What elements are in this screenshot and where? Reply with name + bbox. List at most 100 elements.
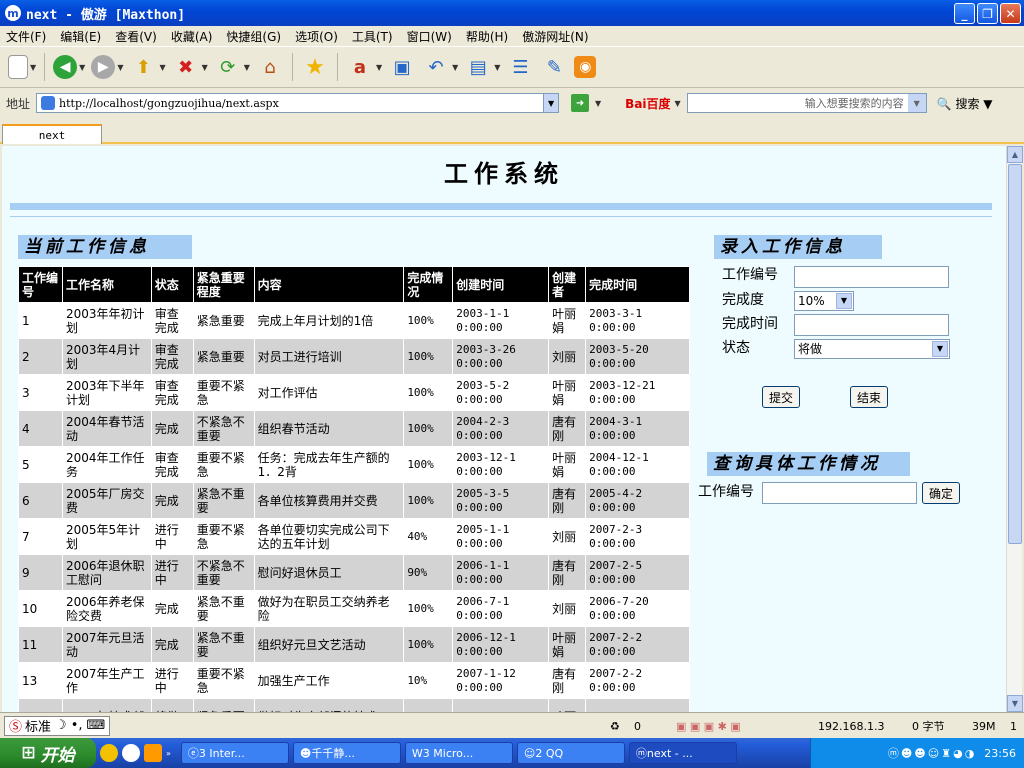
page-viewport: 工作系统 当前工作信息 工作编号 工作名称 状态 紧急重要程度 内容 完成情况 … (2, 146, 1006, 712)
search-input[interactable]: 输入想要搜索的内容 ▼ (686, 93, 927, 113)
finish-button[interactable]: 结束 (850, 386, 888, 408)
translate-icon[interactable]: a (346, 53, 374, 81)
cell-id: 4 (18, 410, 63, 447)
page-icon (41, 96, 56, 110)
chevron-down-icon[interactable]: ▼ (836, 293, 852, 309)
minimize-button[interactable]: _ (954, 3, 975, 24)
cell-urgency: 重要不紧急 (192, 446, 255, 483)
submit-button[interactable]: 提交 (762, 386, 800, 408)
back-icon[interactable]: ◀ (53, 55, 78, 79)
menu-maxthon-sites[interactable]: 傲游网址(N) (522, 28, 588, 45)
col-content: 内容 (253, 266, 405, 303)
home-icon[interactable]: ⌂ (256, 53, 284, 81)
screenshot-icon[interactable]: ▣ (388, 53, 416, 81)
menu-favorites[interactable]: 收藏(A) (171, 28, 213, 45)
table-row: 2007年技术部将做紧急重要做好对生产部门的技术0%2007-1-1叶丽2007… (18, 698, 690, 712)
search-button[interactable]: 🔍 搜索 ▼ (937, 95, 993, 112)
menu-tools[interactable]: 工具(T) (352, 28, 393, 45)
cell-urgency: 紧急重要 (192, 698, 255, 712)
new-page-icon[interactable] (8, 55, 28, 79)
chevron-down-icon[interactable]: ▼ (202, 63, 208, 72)
sidebar-icon[interactable]: ☰ (506, 53, 534, 81)
restore-button[interactable]: ❐ (977, 3, 998, 24)
chevron-down-icon[interactable]: ▼ (244, 63, 250, 72)
chevron-right-icon[interactable]: » (166, 749, 171, 758)
go-icon[interactable]: ➜ (571, 94, 590, 112)
cell-content: 组织春节活动 (253, 410, 405, 447)
search-dropdown[interactable]: ▼ (907, 94, 926, 112)
chevron-down-icon[interactable]: ▼ (494, 63, 500, 72)
task-ie[interactable]: ⓔ 3 Inter... (180, 742, 289, 764)
start-button[interactable]: ⊞ 开始 (0, 738, 96, 768)
cell-urgency: 紧急不重要 (192, 590, 255, 627)
task-word[interactable]: W 3 Micro... (404, 742, 513, 764)
chevron-down-icon[interactable]: ▼ (117, 63, 123, 72)
media-player-icon[interactable] (144, 744, 162, 762)
menu-help[interactable]: 帮助(H) (466, 28, 508, 45)
chevron-down-icon[interactable]: ▼ (30, 63, 36, 72)
menu-view[interactable]: 查看(V) (115, 28, 157, 45)
chevron-down-icon[interactable]: ▼ (932, 341, 948, 357)
menu-options[interactable]: 选项(O) (295, 28, 338, 45)
addon-icons[interactable]: ▣ ▣ ▣ ✱ ▣ (676, 717, 741, 735)
toolbar-separator (291, 53, 293, 81)
cell-name: 2004年春节活动 (61, 410, 152, 447)
chevron-down-icon[interactable]: ▼ (159, 63, 165, 72)
groups-icon[interactable]: ▤ (464, 53, 492, 81)
cell-creator: 叶丽娟 (548, 626, 587, 663)
cell-status: 完成 (150, 590, 194, 627)
chevron-down-icon[interactable]: ▼ (79, 63, 85, 72)
done-time-input[interactable] (794, 314, 949, 336)
notes-icon[interactable]: ✎ (540, 53, 568, 81)
menu-window[interactable]: 窗口(W) (407, 28, 452, 45)
ime-toolbar[interactable]: Ⓢ 标准 ☽ •, ⌨ (4, 715, 111, 736)
chevron-down-icon[interactable]: ▼ (376, 63, 382, 72)
cell-finished: 2003-12-21 0:00:00 (585, 374, 690, 411)
col-urgency: 紧急重要程度 (192, 266, 255, 303)
undo-icon[interactable]: ↶ (422, 53, 450, 81)
vertical-scrollbar[interactable]: ▲ ▼ (1006, 146, 1023, 712)
confirm-button[interactable]: 确定 (922, 482, 960, 504)
maxthon-icon[interactable] (122, 744, 140, 762)
tray-icons[interactable]: ⓜ☻☻☺♜◕◑ (888, 745, 976, 761)
progress-select[interactable]: 10% ▼ (794, 291, 854, 311)
ip-address: 192.168.1.3 (818, 719, 885, 733)
ie-icon: ⓔ (187, 747, 199, 760)
entry-id-input[interactable] (794, 266, 949, 288)
task-ttplayer[interactable]: ☻ 千千静... (292, 742, 401, 764)
status-select[interactable]: 将做 ▼ (794, 339, 950, 359)
menu-edit[interactable]: 编辑(E) (60, 28, 101, 45)
scroll-down-icon[interactable]: ▼ (1007, 695, 1023, 712)
recycle-icon[interactable]: ♻ (610, 717, 620, 735)
close-button[interactable]: ✕ (1000, 3, 1021, 24)
task-qq[interactable]: ☺ 2 QQ (516, 742, 625, 764)
favorites-star-icon[interactable]: ★ (301, 53, 329, 81)
menu-groups[interactable]: 快捷组(G) (226, 28, 281, 45)
address-input[interactable]: http://localhost/gongzuojihua/next.aspx (36, 93, 545, 113)
address-dropdown[interactable]: ▼ (543, 93, 560, 113)
scroll-thumb[interactable] (1008, 164, 1022, 544)
up-level-icon[interactable]: ⬆ (129, 53, 157, 81)
cell-creator: 叶丽娟 (548, 446, 587, 483)
done-time-label: 完成时间 (722, 316, 778, 332)
cell-created: 2005-1-1 0:00:00 (452, 518, 550, 555)
windows-logo-icon: ⊞ (21, 743, 36, 763)
forward-icon[interactable]: ▶ (91, 55, 116, 79)
menu-file[interactable]: 文件(F) (6, 28, 46, 45)
cell-content: 对员工进行培训 (253, 338, 405, 375)
qq-icon[interactable] (100, 744, 118, 762)
scroll-up-icon[interactable]: ▲ (1007, 146, 1023, 163)
stop-icon[interactable]: ✖ (172, 53, 200, 81)
chevron-down-icon[interactable]: ▼ (675, 99, 681, 108)
rss-icon[interactable]: ◉ (574, 56, 597, 78)
cell-urgency: 紧急重要 (192, 338, 255, 375)
tab-next[interactable]: next (2, 124, 102, 144)
refresh-icon[interactable]: ⟳ (214, 53, 242, 81)
task-maxthon[interactable]: ⓜ next - ... (628, 742, 737, 764)
query-id-input[interactable] (762, 482, 917, 504)
baidu-logo[interactable]: Bai百度 (625, 95, 670, 112)
cell-urgency: 不紧急不重要 (192, 410, 255, 447)
cell-content: 组织好元旦文艺活动 (253, 626, 405, 663)
chevron-down-icon[interactable]: ▼ (452, 63, 458, 72)
chevron-down-icon[interactable]: ▼ (595, 99, 601, 108)
